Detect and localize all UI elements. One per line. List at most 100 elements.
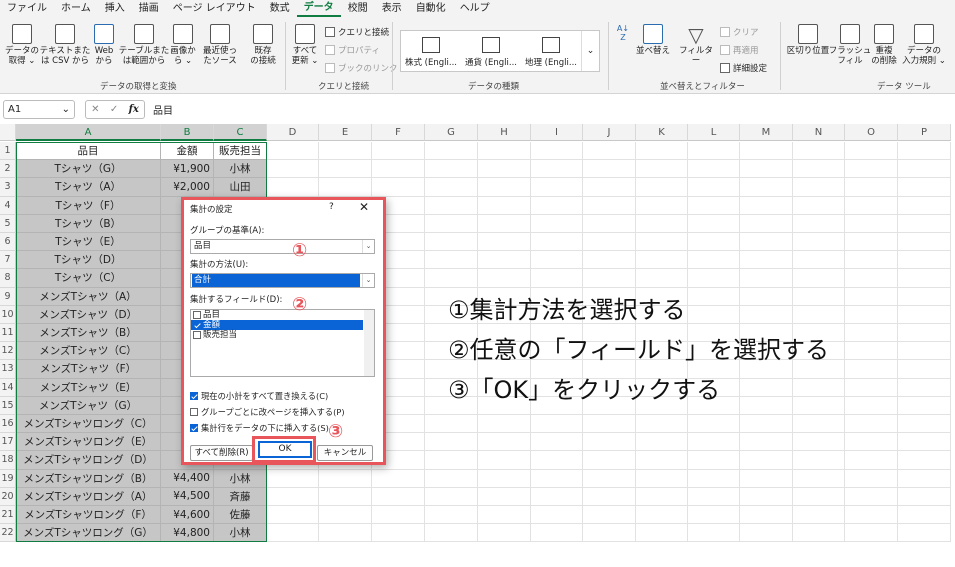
cell[interactable] <box>583 178 636 197</box>
field-checkbox[interactable] <box>193 321 201 329</box>
cell[interactable] <box>688 269 740 288</box>
cell[interactable] <box>372 160 425 179</box>
cell[interactable] <box>583 142 636 161</box>
cell[interactable] <box>845 305 898 324</box>
cell[interactable] <box>531 487 583 506</box>
cell[interactable]: ¥4,600 <box>161 506 214 525</box>
cell[interactable] <box>531 142 583 161</box>
cell[interactable]: メンズTシャツ（C） <box>16 342 161 361</box>
cell[interactable] <box>898 506 951 525</box>
cell[interactable]: メンズTシャツ（F） <box>16 360 161 379</box>
cell[interactable] <box>425 142 478 161</box>
cell[interactable] <box>845 469 898 488</box>
remove-all-button[interactable]: すべて削除(R) <box>190 445 253 461</box>
menu-tab[interactable]: ファイル <box>0 0 54 18</box>
column-header[interactable]: I <box>531 124 583 141</box>
cell[interactable]: 小林 <box>214 524 267 543</box>
cell[interactable] <box>531 160 583 179</box>
row-header[interactable]: 20 <box>0 487 16 506</box>
function-select[interactable]: 合計 ⌄ <box>190 273 375 288</box>
check-icon[interactable]: ✓ <box>110 104 118 115</box>
cell[interactable] <box>531 269 583 288</box>
cell[interactable] <box>267 160 319 179</box>
cell[interactable] <box>898 487 951 506</box>
cell[interactable]: Tシャツ（B） <box>16 214 161 233</box>
fields-scrollbar[interactable] <box>364 310 374 376</box>
cell[interactable] <box>478 451 531 470</box>
cell[interactable] <box>583 415 636 434</box>
menu-tab[interactable]: ページ レイアウト <box>166 0 263 18</box>
cell[interactable] <box>688 487 740 506</box>
cell[interactable] <box>898 396 951 415</box>
cell[interactable]: ¥4,800 <box>161 524 214 543</box>
row-header[interactable]: 8 <box>0 269 16 288</box>
cell[interactable]: メンズTシャツロング（C） <box>16 415 161 434</box>
cell[interactable] <box>372 142 425 161</box>
refresh-all-button[interactable]: すべて 更新 ⌄ <box>290 24 320 66</box>
cell[interactable] <box>267 524 319 543</box>
cell[interactable] <box>740 214 793 233</box>
text-to-columns-button[interactable]: 区切り位置 <box>786 24 830 56</box>
cell[interactable] <box>372 524 425 543</box>
row-header[interactable]: 18 <box>0 451 16 470</box>
cell[interactable] <box>845 378 898 397</box>
fields-list[interactable]: 品目 金額 販売担当 <box>190 309 375 377</box>
cell[interactable] <box>688 160 740 179</box>
cell[interactable] <box>531 214 583 233</box>
cell[interactable]: 斉藤 <box>214 487 267 506</box>
cell[interactable] <box>793 378 845 397</box>
row-header[interactable]: 10 <box>0 305 16 324</box>
cell[interactable] <box>898 360 951 379</box>
cell[interactable] <box>845 233 898 252</box>
cell[interactable] <box>898 342 951 361</box>
cell[interactable] <box>898 305 951 324</box>
cell[interactable]: 山田 <box>214 178 267 197</box>
cell[interactable] <box>425 506 478 525</box>
menu-tab[interactable]: データ <box>296 1 341 17</box>
sort-az-button[interactable]: A↓ Z <box>614 24 632 42</box>
cell[interactable] <box>688 196 740 215</box>
cell[interactable] <box>793 142 845 161</box>
cell[interactable] <box>688 469 740 488</box>
cell[interactable] <box>583 469 636 488</box>
cell[interactable] <box>845 160 898 179</box>
cell[interactable]: Tシャツ（E） <box>16 233 161 252</box>
cell[interactable] <box>478 196 531 215</box>
cell[interactable] <box>740 415 793 434</box>
cell[interactable] <box>583 269 636 288</box>
cell[interactable] <box>583 196 636 215</box>
cell[interactable] <box>793 433 845 452</box>
column-header[interactable]: O <box>845 124 898 141</box>
row-header[interactable]: 16 <box>0 415 16 434</box>
row-header[interactable]: 19 <box>0 469 16 488</box>
cell[interactable] <box>583 506 636 525</box>
cell[interactable] <box>478 269 531 288</box>
cell[interactable] <box>740 269 793 288</box>
cell[interactable] <box>478 487 531 506</box>
cell[interactable] <box>740 469 793 488</box>
get-data-button[interactable]: テキストまた は CSV から <box>40 24 90 66</box>
cell[interactable] <box>531 233 583 252</box>
row-header[interactable]: 2 <box>0 160 16 179</box>
cell[interactable] <box>531 415 583 434</box>
cell[interactable] <box>688 305 740 324</box>
cell[interactable]: メンズTシャツ（G） <box>16 396 161 415</box>
cell[interactable] <box>845 196 898 215</box>
cell[interactable] <box>845 142 898 161</box>
row-header[interactable]: 3 <box>0 178 16 197</box>
data-type-stocks[interactable]: 株式 (Engli... <box>401 31 461 71</box>
cell[interactable] <box>793 506 845 525</box>
row-header[interactable]: 12 <box>0 342 16 361</box>
cell[interactable]: Tシャツ（C） <box>16 269 161 288</box>
cell[interactable] <box>740 142 793 161</box>
cell[interactable] <box>688 524 740 543</box>
cell[interactable] <box>898 269 951 288</box>
cell[interactable] <box>636 469 688 488</box>
cell[interactable] <box>478 233 531 252</box>
option-checkbox[interactable] <box>190 408 198 416</box>
cell[interactable] <box>898 469 951 488</box>
cell[interactable] <box>531 506 583 525</box>
ok-button[interactable]: OK <box>258 441 312 458</box>
cell[interactable] <box>636 233 688 252</box>
field-item[interactable]: 金額 <box>191 320 363 330</box>
